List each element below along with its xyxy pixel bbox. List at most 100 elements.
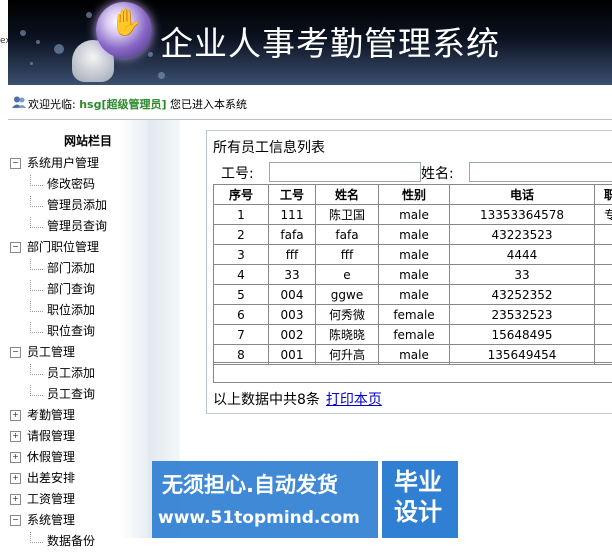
nav-label: 部门添加 bbox=[47, 261, 95, 275]
table-row: 6003何秀微female23532523 bbox=[214, 305, 612, 325]
nav-group[interactable]: −系统用户管理 bbox=[8, 153, 148, 174]
employee-list-panel: 所有员工信息列表 工号: 姓名: 序号工号姓名性别电话职 1111陈卫国male… bbox=[206, 130, 612, 414]
nav-label: 修改密码 bbox=[47, 177, 95, 191]
nav-label: 管理员查询 bbox=[47, 219, 107, 233]
table-cell: 33 bbox=[269, 265, 316, 285]
watermark-banner: 无须担心.自动发货 www.51topmind.com 毕业设计 bbox=[152, 461, 458, 538]
nav-group[interactable]: −系统管理 bbox=[8, 510, 148, 531]
table-cell: male bbox=[379, 245, 450, 265]
nav-label: 请假管理 bbox=[27, 429, 75, 443]
nav-label: 考勤管理 bbox=[27, 408, 75, 422]
nav-subitem[interactable]: 员工添加 bbox=[8, 363, 148, 384]
nav-subitem[interactable]: 部门添加 bbox=[8, 258, 148, 279]
table-row: 1111陈卫国male13353364578专 bbox=[214, 205, 612, 225]
table-footer-row bbox=[213, 362, 612, 383]
tree-branch-line bbox=[30, 385, 43, 396]
nav-label: 数据备份 bbox=[47, 534, 95, 548]
nav-group[interactable]: −员工管理 bbox=[8, 342, 148, 363]
column-header: 工号 bbox=[269, 185, 316, 205]
table-cell bbox=[595, 305, 612, 325]
employee-name-input[interactable] bbox=[469, 162, 612, 182]
nav-subitem[interactable]: 职位查询 bbox=[8, 321, 148, 342]
nav-group[interactable]: + 请假管理 bbox=[8, 426, 148, 447]
record-count: 以上数据中共8条 bbox=[213, 392, 320, 408]
welcome-text: 欢迎光临: hsg[超级管理员] 您已进入本系统 bbox=[28, 96, 247, 112]
table-cell: female bbox=[379, 325, 450, 345]
employee-id-input[interactable] bbox=[269, 162, 421, 182]
nav-subitem[interactable]: 数据备份 bbox=[8, 531, 148, 552]
nav-subitem[interactable]: 管理员添加 bbox=[8, 195, 148, 216]
expand-icon[interactable]: + bbox=[10, 431, 21, 442]
panel-title: 所有员工信息列表 bbox=[213, 137, 325, 157]
column-header: 序号 bbox=[214, 185, 269, 205]
nav-label: 工资管理 bbox=[27, 492, 75, 506]
table-header-row: 序号工号姓名性别电话职 bbox=[214, 185, 612, 205]
nav-subitem[interactable]: 管理员查询 bbox=[8, 216, 148, 237]
table-cell: 陈晓晓 bbox=[316, 325, 379, 345]
collapse-icon[interactable]: − bbox=[10, 347, 21, 358]
sidebar-title: 网站栏目 bbox=[64, 132, 112, 149]
nav-group[interactable]: −部门职位管理 bbox=[8, 237, 148, 258]
table-cell: 7 bbox=[214, 325, 269, 345]
table-row: 7002陈晓晓female15648495 bbox=[214, 325, 612, 345]
table-cell: 4 bbox=[214, 265, 269, 285]
welcome-bar: 欢迎光临: hsg[超级管理员] 您已进入本系统 bbox=[8, 85, 612, 120]
nav-label: 职位添加 bbox=[47, 303, 95, 317]
table-cell: 1 bbox=[214, 205, 269, 225]
table-cell bbox=[595, 245, 612, 265]
table-cell bbox=[595, 285, 612, 305]
watermark-box: 毕业设计 bbox=[382, 461, 458, 538]
expand-icon[interactable]: + bbox=[10, 452, 21, 463]
table-cell: male bbox=[379, 285, 450, 305]
nav-subitem[interactable]: 职位添加 bbox=[8, 300, 148, 321]
nav-label: 休假管理 bbox=[27, 450, 75, 464]
column-header: 电话 bbox=[450, 185, 595, 205]
nav-subitem[interactable]: 员工查询 bbox=[8, 384, 148, 405]
collapse-icon[interactable]: − bbox=[10, 158, 21, 169]
nav-label: 员工管理 bbox=[27, 345, 75, 359]
column-header: 性别 bbox=[379, 185, 450, 205]
table-cell: ggwe bbox=[316, 285, 379, 305]
expand-icon[interactable]: + bbox=[10, 494, 21, 505]
nav-subitem[interactable]: 修改密码 bbox=[8, 174, 148, 195]
expand-icon[interactable]: + bbox=[10, 410, 21, 421]
table-row: 2fafafafamale43223523 bbox=[214, 225, 612, 245]
tree-branch-line bbox=[30, 364, 43, 375]
welcome-prefix: 欢迎光临: bbox=[28, 98, 76, 111]
print-page-link[interactable]: 打印本页 bbox=[326, 392, 382, 408]
watermark-slogan: 无须担心.自动发货 bbox=[162, 469, 338, 499]
welcome-suffix: 您已进入本系统 bbox=[170, 98, 247, 111]
table-cell bbox=[595, 325, 612, 345]
table-body: 1111陈卫国male13353364578专2fafafafamale4322… bbox=[214, 205, 612, 365]
collapse-icon[interactable]: − bbox=[10, 515, 21, 526]
user-icon bbox=[12, 96, 26, 108]
nav-group[interactable]: + 考勤管理 bbox=[8, 405, 148, 426]
nav-group[interactable]: + 工资管理 bbox=[8, 489, 148, 510]
table-row: 433emale33 bbox=[214, 265, 612, 285]
nav-group[interactable]: + 休假管理 bbox=[8, 447, 148, 468]
table-cell: 33 bbox=[450, 265, 595, 285]
table-cell: fafa bbox=[316, 225, 379, 245]
tree-branch-line bbox=[30, 217, 43, 228]
collapse-icon[interactable]: − bbox=[10, 242, 21, 253]
search-bar: 工号: 姓名: bbox=[213, 162, 612, 182]
employee-table: 序号工号姓名性别电话职 1111陈卫国male13353364578专2fafa… bbox=[213, 184, 612, 365]
summary-line: 以上数据中共8条打印本页 bbox=[213, 389, 382, 409]
table-cell: fff bbox=[269, 245, 316, 265]
table-cell bbox=[595, 265, 612, 285]
table-cell: 专 bbox=[595, 205, 612, 225]
table-cell: 23532523 bbox=[450, 305, 595, 325]
system-title: 企业人事考勤管理系统 bbox=[160, 17, 500, 65]
table-cell: 43223523 bbox=[450, 225, 595, 245]
nav-group[interactable]: +出差安排 bbox=[8, 468, 148, 489]
expand-icon[interactable]: + bbox=[10, 473, 21, 484]
table-cell: fff bbox=[316, 245, 379, 265]
table-cell: female bbox=[379, 305, 450, 325]
sidebar: 网站栏目 −系统用户管理修改密码管理员添加管理员查询−部门职位管理部门添加部门查… bbox=[8, 120, 149, 538]
nav-label: 系统用户管理 bbox=[27, 156, 99, 170]
nav-subitem[interactable]: 部门查询 bbox=[8, 279, 148, 300]
table-cell: 002 bbox=[269, 325, 316, 345]
nav-label: 员工添加 bbox=[47, 366, 95, 380]
tree-branch-line bbox=[30, 259, 43, 270]
column-header: 姓名 bbox=[316, 185, 379, 205]
